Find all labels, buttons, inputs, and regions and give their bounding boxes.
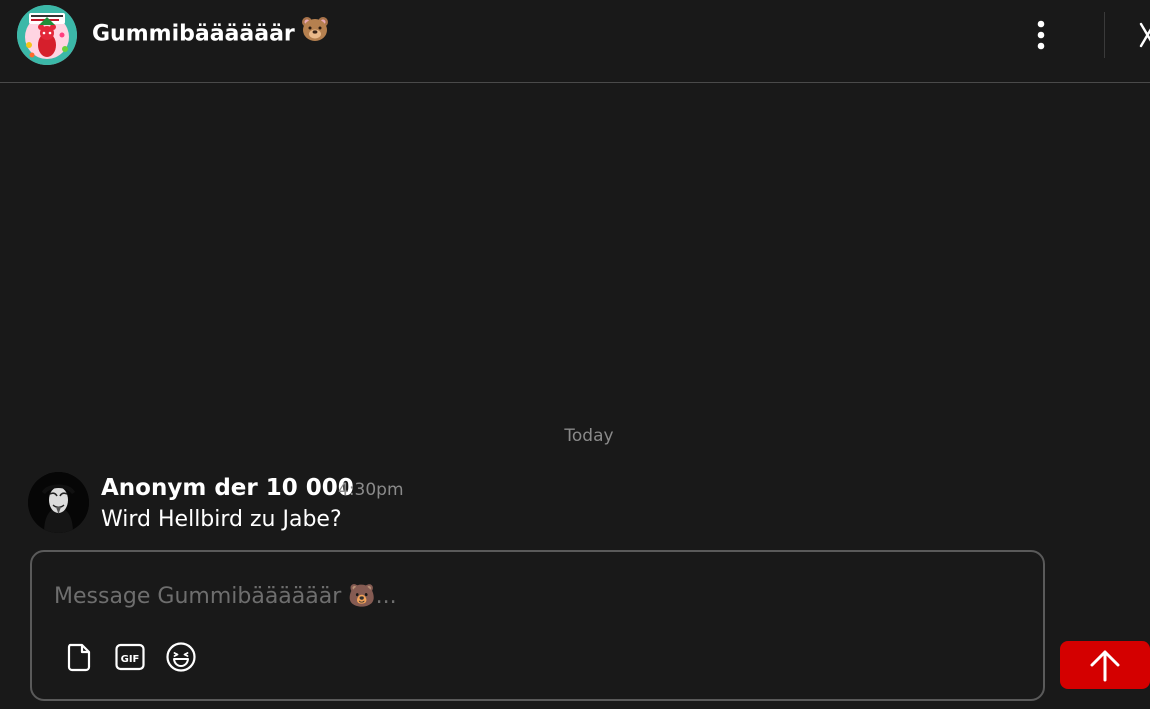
- gummy-bear-avatar-image: [17, 5, 77, 65]
- attach-file-button[interactable]: [62, 640, 96, 674]
- channel-header: Gummibäääääär: [0, 0, 1150, 83]
- close-button[interactable]: [1132, 20, 1150, 50]
- header-divider: [1104, 12, 1105, 58]
- channel-title: Gummibäääääär: [92, 16, 329, 53]
- arrow-up-icon: [1090, 650, 1120, 682]
- channel-avatar[interactable]: [17, 5, 77, 65]
- more-vertical-icon: [1037, 20, 1045, 50]
- close-icon: [1139, 22, 1150, 48]
- emoji-icon: [166, 642, 196, 672]
- emoji-button[interactable]: [164, 640, 198, 674]
- date-separator: Today: [564, 426, 614, 446]
- file-icon: [67, 643, 91, 672]
- author-avatar[interactable]: [28, 472, 89, 533]
- scroll-to-top-button[interactable]: [1060, 641, 1150, 689]
- anonymous-mask-avatar-image: [28, 472, 89, 533]
- svg-text:GIF: GIF: [121, 654, 140, 665]
- gif-button[interactable]: GIF: [113, 640, 147, 674]
- more-options-button[interactable]: [1024, 16, 1058, 54]
- channel-title-text: Gummibäääääär: [92, 21, 295, 47]
- message-input[interactable]: [54, 578, 1004, 614]
- message-composer: GIF: [30, 550, 1045, 701]
- bear-face-icon: [301, 16, 329, 53]
- message-item: Anonym der 10 000 4:30pm Wird Hellbird z…: [28, 472, 1028, 536]
- chat-window: Gummibäääääär Today Anonym der 10 000 4:…: [0, 0, 1150, 709]
- gif-icon: GIF: [115, 643, 145, 671]
- message-author[interactable]: Anonym der 10 000: [101, 472, 354, 504]
- message-timestamp: 4:30pm: [338, 480, 404, 500]
- message-text: Wird Hellbird zu Jabe?: [101, 507, 342, 532]
